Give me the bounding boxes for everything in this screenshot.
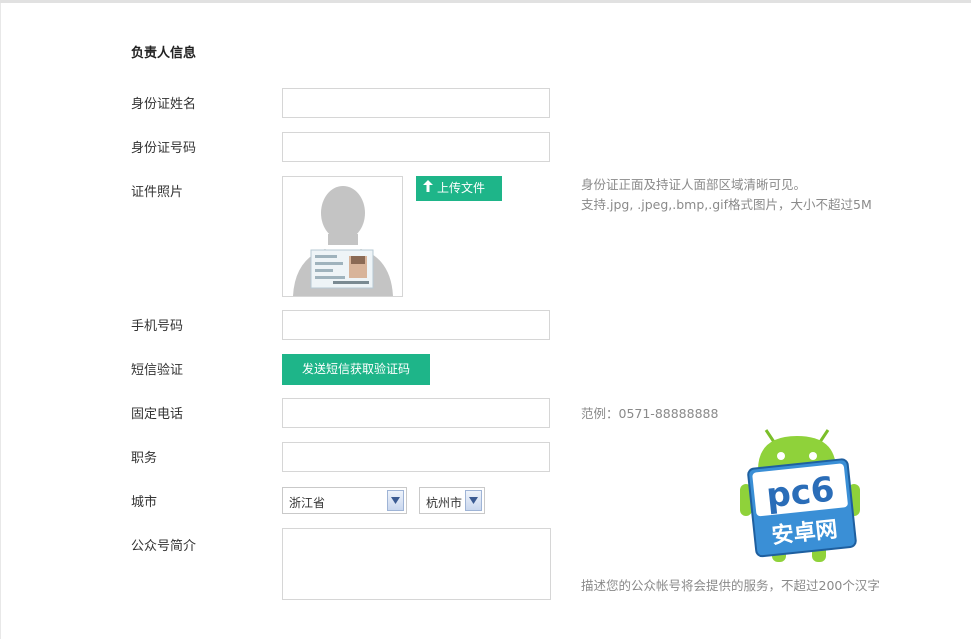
upload-file-button[interactable]: 上传文件 (416, 176, 502, 201)
upload-arrow-icon (423, 176, 433, 201)
id-name-label: 身份证姓名 (131, 97, 197, 112)
city-select[interactable]: 杭州市 (419, 487, 485, 514)
id-number-input[interactable] (282, 132, 550, 162)
landline-label: 固定电话 (131, 407, 184, 422)
landline-input[interactable] (282, 398, 550, 428)
section-title: 负责人信息 (131, 46, 197, 61)
id-name-input[interactable] (282, 88, 550, 118)
person-with-id-card-icon (293, 186, 393, 296)
city-label: 城市 (131, 495, 158, 510)
id-photo-hint-2: 支持.jpg, .jpeg,.bmp,.gif格式图片，大小不超过5M (581, 197, 872, 212)
id-photo-hint-1: 身份证正面及持证人面部区域清晰可见。 (581, 177, 807, 192)
position-label: 职务 (131, 451, 158, 466)
pc6-watermark-logo: pc6 安卓网 (736, 422, 866, 567)
id-photo-preview (282, 176, 403, 297)
province-select-value: 浙江省 (289, 496, 326, 510)
city-select-value: 杭州市 (426, 496, 463, 510)
province-select[interactable]: 浙江省 (282, 487, 407, 514)
landline-hint: 范例：0571-88888888 (581, 406, 719, 421)
left-border (0, 3, 1, 639)
phone-label: 手机号码 (131, 319, 184, 334)
chevron-down-icon (387, 490, 404, 511)
watermark-text-top: pc6 (764, 469, 836, 516)
intro-textarea[interactable] (282, 528, 551, 600)
id-number-label: 身份证号码 (131, 141, 197, 156)
sms-label: 短信验证 (131, 363, 184, 378)
chevron-down-icon (465, 490, 482, 511)
send-sms-code-button[interactable]: 发送短信获取验证码 (282, 354, 430, 385)
id-photo-label: 证件照片 (131, 185, 184, 200)
intro-label: 公众号简介 (131, 539, 197, 554)
upload-file-label: 上传文件 (437, 181, 486, 195)
phone-input[interactable] (282, 310, 550, 340)
intro-hint: 描述您的公众帐号将会提供的服务，不超过200个汉字 (581, 578, 880, 593)
top-border (0, 0, 971, 3)
position-input[interactable] (282, 442, 550, 472)
